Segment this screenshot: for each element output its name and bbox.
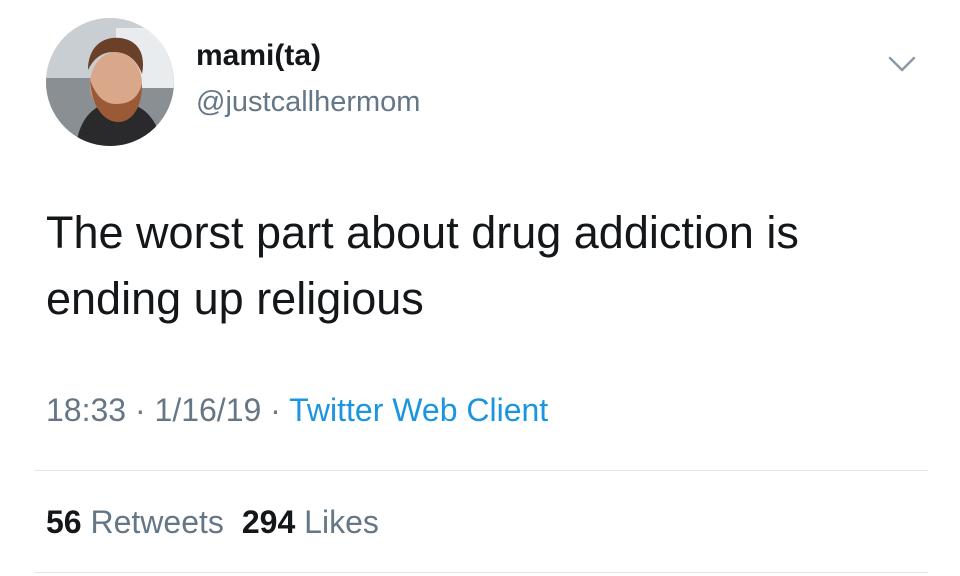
avatar[interactable] [46, 18, 174, 146]
retweets-stat[interactable]: 56 Retweets [46, 504, 224, 540]
display-name[interactable]: mami(ta) [196, 38, 321, 74]
user-handle[interactable]: @justcallhermom [196, 84, 420, 120]
likes-count: 294 [241, 504, 296, 540]
avatar-photo [46, 18, 174, 146]
likes-label: Likes [304, 504, 379, 540]
tweet-date[interactable]: 1/16/19 [155, 392, 262, 428]
tweet-meta: 18:33 · 1/16/19 · Twitter Web Client [46, 388, 548, 432]
tweet-stats: 56 Retweets 294 Likes [46, 500, 379, 544]
meta-separator: · [134, 392, 146, 428]
likes-stat[interactable]: 294 Likes [242, 504, 379, 540]
divider [34, 470, 928, 471]
chevron-down-icon[interactable] [882, 50, 922, 78]
tweet-card: mami(ta) @justcallhermom The worst part … [0, 0, 960, 576]
tweet-time[interactable]: 18:33 [46, 392, 126, 428]
tweet-text: The worst part about drug addiction is e… [46, 207, 799, 324]
client-link[interactable]: Twitter Web Client [289, 392, 548, 428]
retweets-label: Retweets [90, 504, 224, 540]
divider [34, 572, 928, 573]
retweets-count: 56 [46, 504, 82, 540]
meta-separator: · [270, 392, 281, 428]
